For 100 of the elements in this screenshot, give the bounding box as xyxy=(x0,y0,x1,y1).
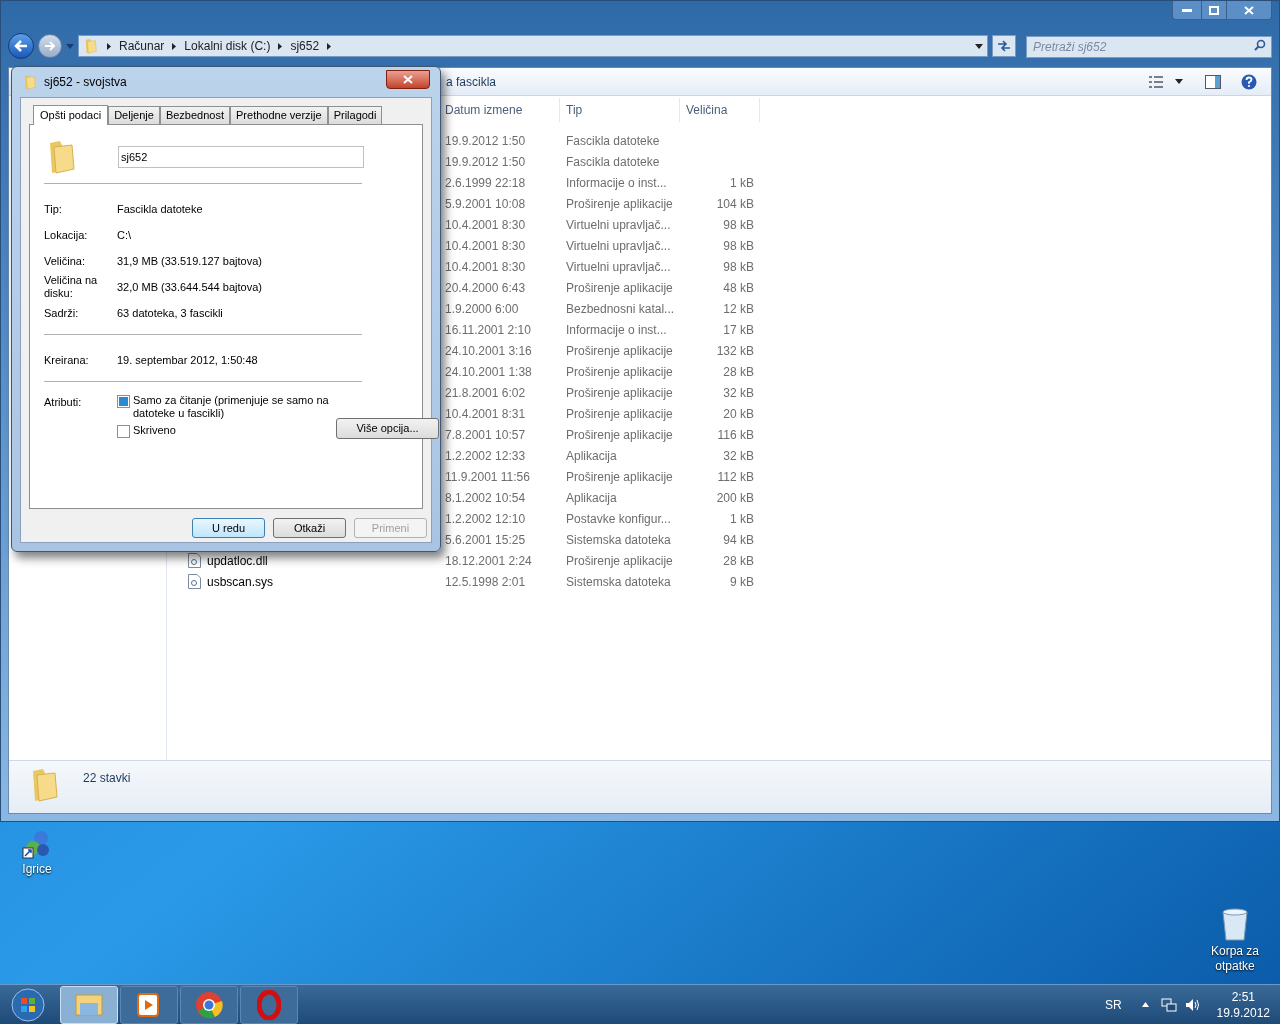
language-indicator[interactable]: SR xyxy=(1104,995,1122,1014)
breadcrumb-arrow-icon xyxy=(107,42,111,50)
size-cell-text: 98 kB xyxy=(722,216,754,234)
type-cell-text: Proširenje aplikacije xyxy=(565,279,674,297)
clock-time: 2:51 xyxy=(1231,988,1255,1005)
caret-icon xyxy=(66,43,74,49)
type-cell-text: Informacije o inst... xyxy=(565,174,668,192)
property-label: Veličina na disku: xyxy=(44,274,99,300)
checkbox[interactable] xyxy=(117,395,130,408)
date-cell-text: 18.12.2001 2:24 xyxy=(444,552,533,570)
date-cell-text: 11.9.2001 11:56 xyxy=(444,468,531,486)
search-field[interactable]: Pretraži sj652 xyxy=(1026,36,1272,58)
date-cell-text: 1.2.2002 12:33 xyxy=(444,447,527,465)
recycle-bin-icon xyxy=(1221,908,1249,942)
column-header[interactable]: Veličina xyxy=(680,98,760,122)
type-cell-text: Proširenje aplikacije xyxy=(565,405,674,423)
column-header[interactable]: Tip xyxy=(560,98,680,122)
refresh-button[interactable] xyxy=(992,35,1016,57)
type-cell-text: Proširenje aplikacije xyxy=(565,552,674,570)
type-cell-text: Aplikacija xyxy=(565,447,618,465)
type-cell-text: Proširenje aplikacije xyxy=(565,384,674,402)
dropdown-caret-icon xyxy=(975,43,983,49)
size-cell-text: 12 kB xyxy=(722,300,754,318)
breadcrumb[interactable]: sj652 xyxy=(290,37,320,55)
property-value: 63 datoteka, 3 fascikli xyxy=(117,305,223,321)
type-cell-text: Aplikacija xyxy=(565,489,618,507)
date-cell-text: 8.1.2002 10:54 xyxy=(444,489,527,507)
network-icon[interactable] xyxy=(1160,997,1177,1012)
search-icon xyxy=(1254,39,1266,51)
windows-orb-icon xyxy=(11,987,45,1022)
taskbar-button[interactable] xyxy=(120,985,178,1024)
tab[interactable]: Bezbednost xyxy=(159,106,230,124)
minimize-icon xyxy=(1182,8,1192,12)
size-cell-text: 32 kB xyxy=(722,447,754,465)
type-cell-text: Postavke konfigur... xyxy=(565,510,672,528)
date-cell-text: 2.6.1999 22:18 xyxy=(444,174,527,192)
property-label: Kreirana: xyxy=(44,353,90,367)
size-cell-text: 32 kB xyxy=(722,384,754,402)
dialog-button[interactable]: Otkaži xyxy=(273,518,346,538)
breadcrumb[interactable]: Računar xyxy=(119,37,165,55)
property-value: C:\ xyxy=(117,227,132,243)
view-list-icon[interactable] xyxy=(1149,75,1163,88)
item-count: 22 stavki xyxy=(83,770,131,787)
tab[interactable]: Deljenje xyxy=(108,106,160,124)
date-cell-text: 5.6.2001 15:25 xyxy=(444,531,527,549)
size-cell-text: 94 kB xyxy=(722,531,754,549)
size-cell-text: 28 kB xyxy=(722,552,754,570)
caret-icon[interactable] xyxy=(1175,79,1183,84)
type-cell-text: Fascikla datoteke xyxy=(565,153,661,171)
type-cell-text: Virtuelni upravljač... xyxy=(565,237,672,255)
tab[interactable]: Prilagodi xyxy=(327,106,383,124)
type-cell-text: Proširenje aplikacije xyxy=(565,342,674,360)
type-cell-text: Fascikla datoteke xyxy=(565,132,661,150)
speaker-icon[interactable] xyxy=(1184,997,1201,1012)
breadcrumb[interactable]: Lokalni disk (C:) xyxy=(184,37,271,55)
property-value: 32,0 MB (33.644.544 bajtova) xyxy=(117,279,262,295)
tab[interactable]: Prethodne verzije xyxy=(230,106,328,124)
property-label: Sadrži: xyxy=(44,306,80,320)
type-cell-text: Sistemska datoteka xyxy=(565,531,672,549)
close-button[interactable] xyxy=(386,69,430,89)
date-cell-text: 10.4.2001 8:30 xyxy=(444,216,527,234)
help-icon[interactable] xyxy=(1241,73,1257,90)
dialog-button[interactable]: U redu xyxy=(192,518,265,538)
folder-icon xyxy=(22,74,38,90)
forward-button[interactable] xyxy=(38,34,62,58)
type-cell-text: Virtuelni upravljač... xyxy=(565,258,672,276)
size-cell-text: 98 kB xyxy=(722,237,754,255)
attributes-label: Atributi: xyxy=(44,395,83,410)
preview-pane-icon[interactable] xyxy=(1205,74,1221,89)
tray-up-arrow-icon[interactable] xyxy=(1141,1002,1149,1007)
date-cell-text: 24.10.2001 3:16 xyxy=(444,342,533,360)
date-cell-text: 20.4.2000 6:43 xyxy=(444,279,527,297)
maximize-icon xyxy=(1209,5,1219,15)
date-cell-text: 19.9.2012 1:50 xyxy=(444,132,527,150)
size-cell-text: 132 kB xyxy=(715,342,754,360)
maximize-button[interactable] xyxy=(1201,1,1227,19)
date-cell-text: 1.2.2002 12:10 xyxy=(444,510,527,528)
size-cell-text: 48 kB xyxy=(722,279,754,297)
breadcrumb-arrow-icon xyxy=(327,42,332,50)
size-cell-text: 116 kB xyxy=(716,426,754,444)
file-name[interactable]: updatloc.dll xyxy=(207,551,268,570)
clock[interactable]: 2:51 19.9.2012 xyxy=(1216,988,1270,1021)
advanced-button[interactable]: Više opcija... xyxy=(336,418,439,439)
checkbox[interactable] xyxy=(117,425,130,438)
name-field[interactable]: sj652 xyxy=(118,146,364,168)
property-label: Tip: xyxy=(44,202,63,216)
type-cell-text: Bezbednosni katal... xyxy=(565,300,676,318)
address-bar[interactable]: Računar Lokalni disk (C:) sj652 xyxy=(78,35,988,57)
tab[interactable]: Opšti podaci xyxy=(33,105,109,125)
size-cell-text: 1 kB xyxy=(729,510,754,528)
checkbox-label: Samo za čitanje (primenjuje se samo na datoteke u fascikli) xyxy=(133,394,330,420)
minimize-button[interactable] xyxy=(1173,1,1201,19)
file-name[interactable]: usbscan.sys xyxy=(207,572,274,591)
desktop-icon[interactable]: Korpa za otpatke xyxy=(1200,908,1270,974)
taskbar-button[interactable] xyxy=(180,985,238,1024)
toolbar-button-text[interactable]: a fascikla xyxy=(446,72,497,91)
date-cell-text: 19.9.2012 1:50 xyxy=(444,153,527,171)
play-icon xyxy=(136,991,162,1018)
property-value: 31,9 MB (33.519.127 bajtova) xyxy=(117,253,262,269)
back-button[interactable] xyxy=(8,33,34,59)
